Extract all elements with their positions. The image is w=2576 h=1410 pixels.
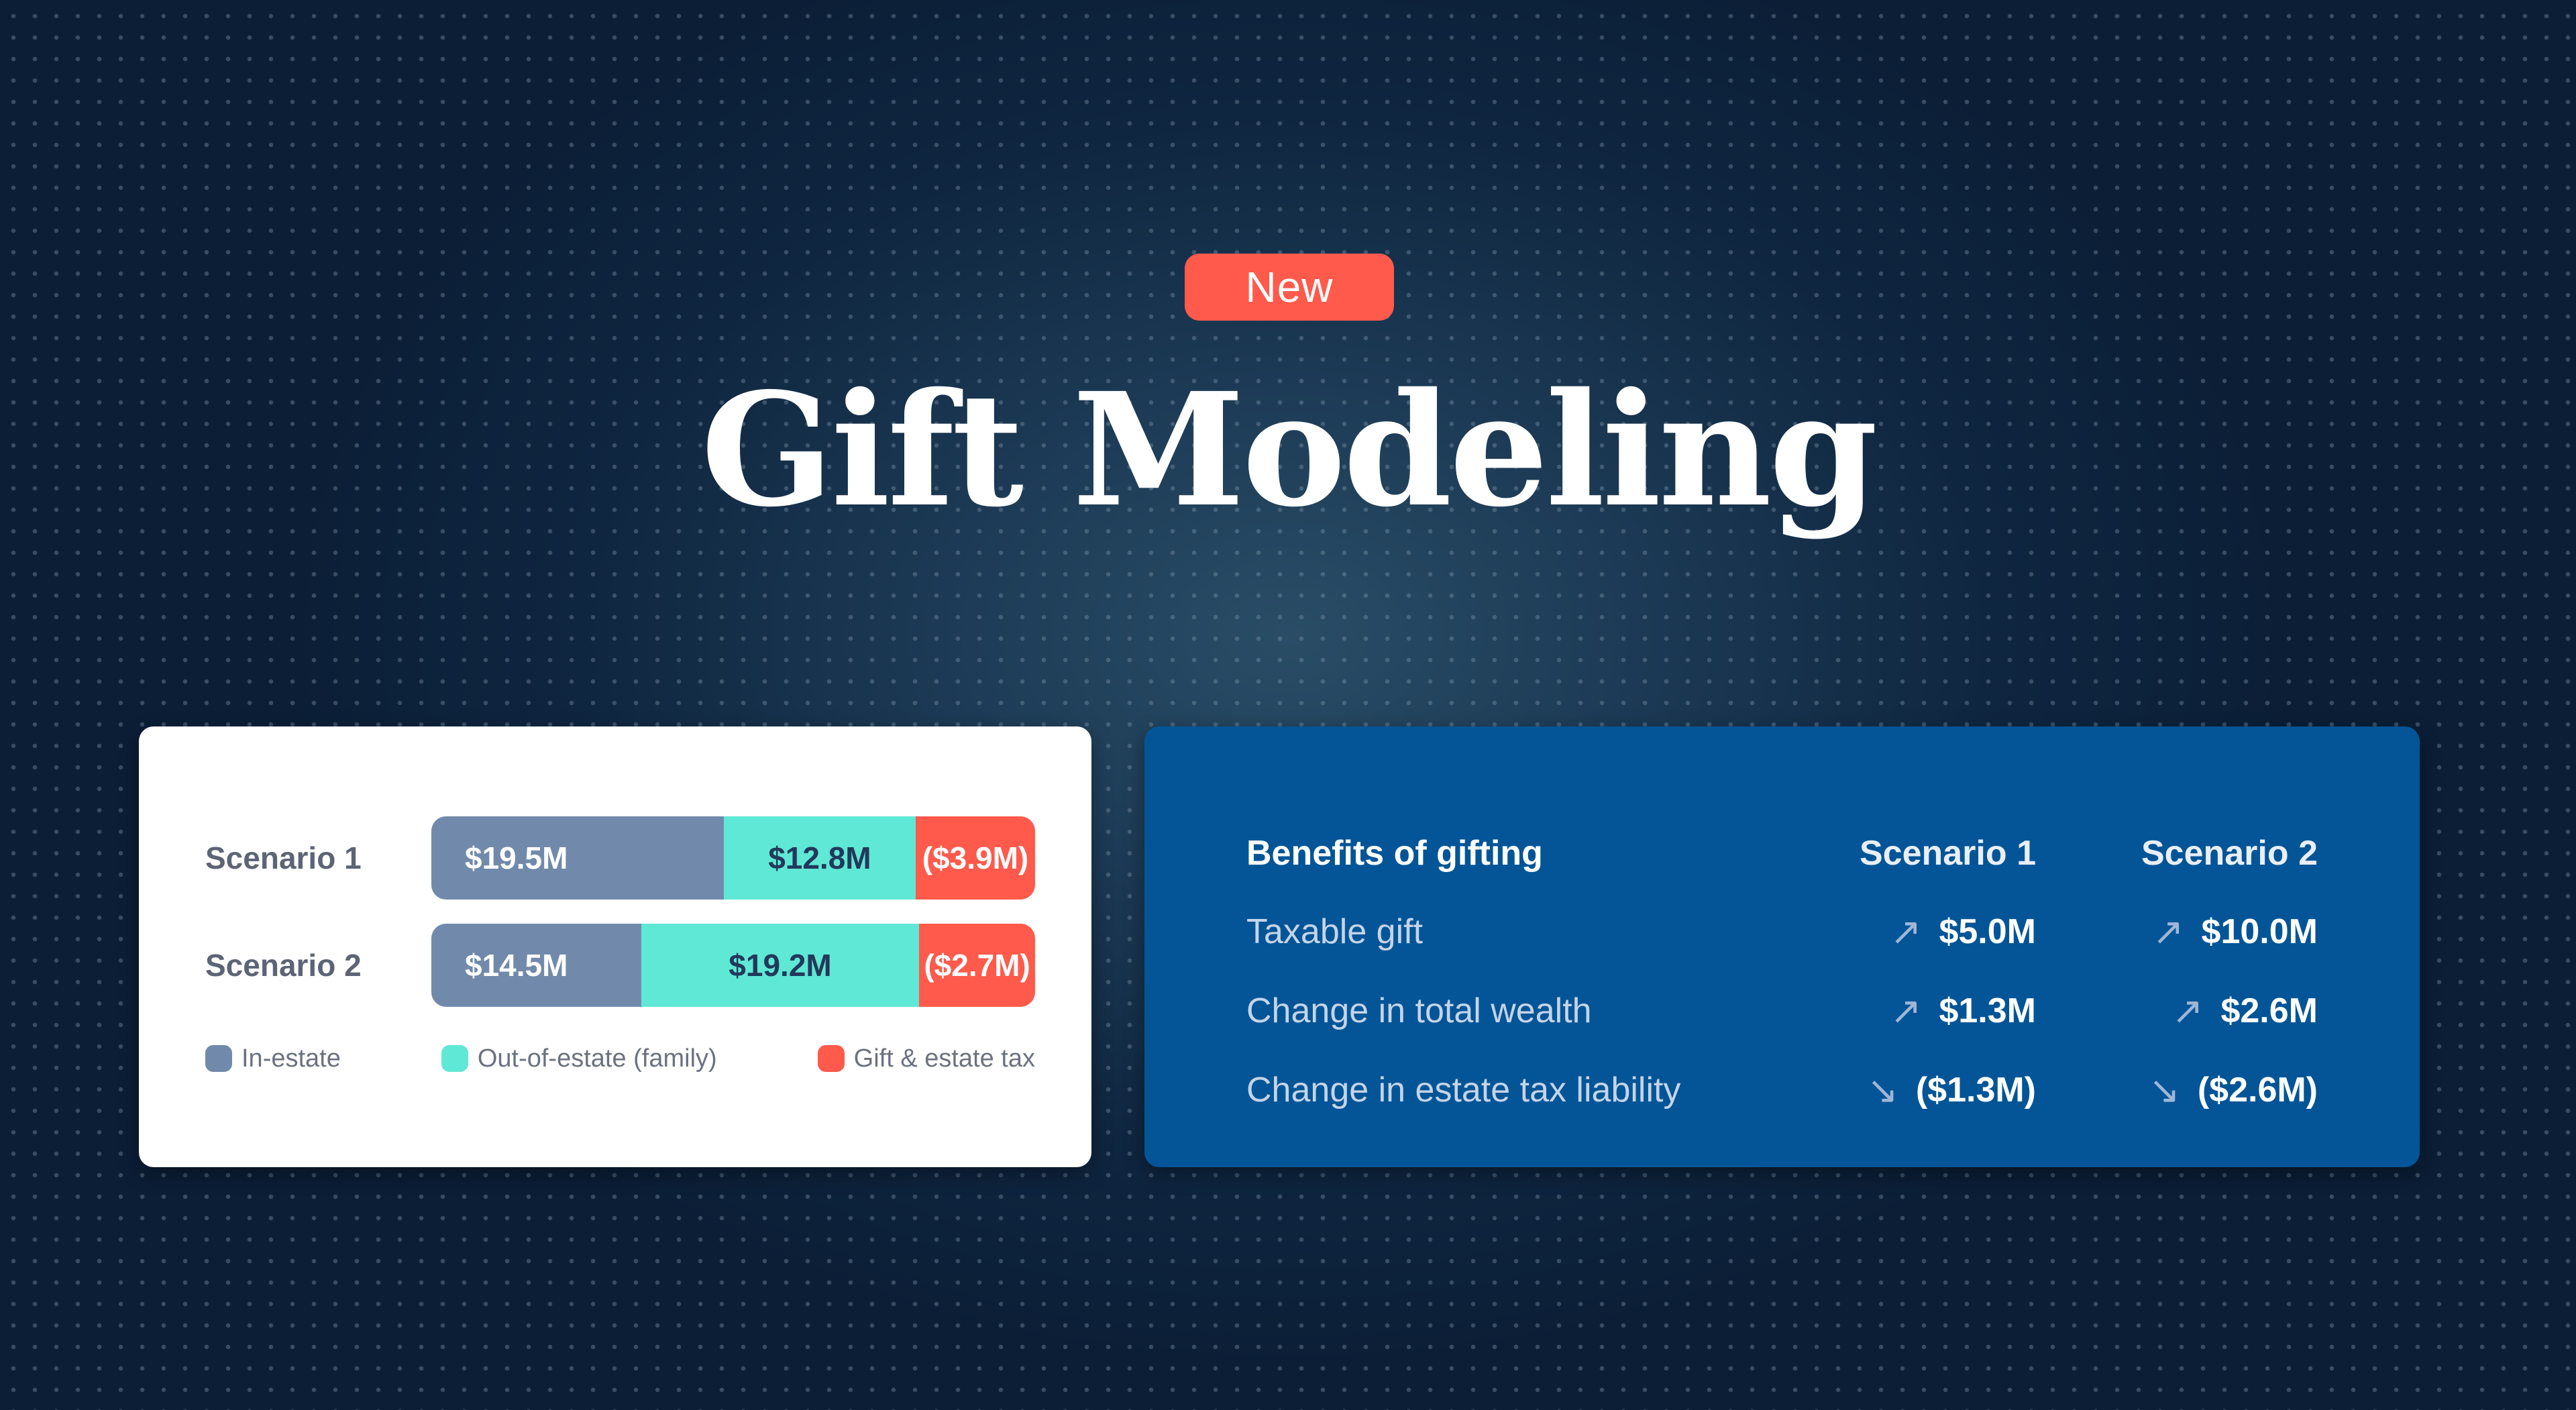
- segment-tax: ($3.9M): [915, 816, 1035, 900]
- chart-row-scenario-2: Scenario 2 $14.5M $19.2M ($2.7M): [139, 924, 1091, 1007]
- page-title: Gift Modeling: [700, 358, 1878, 541]
- arrow-up-right-icon: ↗: [2152, 910, 2184, 953]
- table-row: Change in estate tax liability ↘ ($1.3M) ↘ (…: [1246, 1063, 2318, 1117]
- data-label: ($2.7M): [924, 948, 1030, 983]
- legend-swatch: [205, 1045, 232, 1072]
- data-label: $19.2M: [729, 948, 832, 983]
- stacked-bar: $19.5M $12.8M ($3.9M): [431, 816, 1035, 900]
- scenario-1-value-cell: ↗ $1.3M: [1754, 989, 2036, 1033]
- legend-label: Gift & estate tax: [853, 1044, 1035, 1073]
- new-badge-label: New: [1245, 263, 1334, 311]
- row-label: Change in estate tax liability: [1246, 1071, 1681, 1109]
- table-row: Change in total wealth ↗ $1.3M ↗ $2.6M: [1246, 984, 2318, 1038]
- legend-swatch: [817, 1045, 845, 1072]
- data-label: $12.8M: [768, 840, 871, 875]
- header-label: Benefits of gifting: [1246, 834, 1543, 873]
- segment-out-of-estate: $12.8M: [723, 816, 916, 900]
- legend-swatch: [441, 1045, 468, 1072]
- arrow-up-right-icon: ↗: [1890, 989, 1922, 1032]
- scenario-2-value-cell: ↘ ($2.6M): [2036, 1068, 2318, 1112]
- legend-label: In-estate: [241, 1044, 341, 1073]
- scenario-2-value: $2.6M: [2220, 991, 2318, 1030]
- chart-row-scenario-1: Scenario 1 $19.5M $12.8M ($3.9M): [139, 816, 1091, 900]
- segment-out-of-estate: $19.2M: [641, 924, 920, 1007]
- legend-item-tax: Gift & estate tax: [817, 1044, 1035, 1073]
- benefits-table-card: Benefits of gifting Scenario 1 Scenario …: [1144, 726, 2420, 1167]
- header-scenario-1: Scenario 1: [1859, 834, 2036, 873]
- data-label: ($3.9M): [922, 840, 1029, 875]
- stacked-bar: $14.5M $19.2M ($2.7M): [431, 924, 1035, 1007]
- legend-item-in-estate: In-estate: [205, 1044, 341, 1073]
- scenario-1-value: $5.0M: [1939, 912, 2036, 951]
- category-label: Scenario 1: [205, 840, 362, 875]
- segment-in-estate: $14.5M: [431, 924, 641, 1007]
- scenario-1-value-cell: ↗ $5.0M: [1754, 910, 2036, 954]
- data-label: $19.5M: [465, 840, 568, 875]
- scenario-1-value: ($1.3M): [1915, 1071, 2036, 1109]
- arrow-up-right-icon: ↗: [2171, 989, 2204, 1032]
- legend-item-out-of-estate: Out-of-estate (family): [441, 1044, 717, 1073]
- header-scenario-2: Scenario 2: [2141, 834, 2318, 873]
- new-badge: New: [1185, 254, 1394, 321]
- scenario-2-value: ($2.6M): [2197, 1071, 2318, 1109]
- scenario-chart-card: Scenario 1 $19.5M $12.8M ($3.9M) Scenario …: [139, 726, 1091, 1167]
- category-label: Scenario 2: [205, 948, 362, 983]
- arrow-up-right-icon: ↗: [1890, 910, 1922, 953]
- legend-label: Out-of-estate (family): [477, 1044, 717, 1073]
- scenario-2-value: $10.0M: [2201, 912, 2318, 951]
- arrow-down-right-icon: ↘: [2148, 1069, 2180, 1111]
- segment-in-estate: $19.5M: [431, 816, 724, 900]
- scenario-1-value: $1.3M: [1939, 991, 2036, 1030]
- scenario-2-value-cell: ↗ $10.0M: [2036, 910, 2318, 954]
- arrow-down-right-icon: ↘: [1866, 1069, 1898, 1111]
- scenario-2-value-cell: ↗ $2.6M: [2036, 989, 2318, 1033]
- scenario-1-value-cell: ↘ ($1.3M): [1754, 1068, 2036, 1112]
- data-label: $14.5M: [465, 948, 568, 983]
- chart-legend: In-estate Out-of-estate (family) Gift & …: [205, 1042, 1035, 1075]
- row-label: Taxable gift: [1246, 912, 1424, 951]
- segment-tax: ($2.7M): [919, 924, 1035, 1007]
- dot-grid-background: [0, 0, 2576, 1410]
- table-header-row: Benefits of gifting Scenario 1 Scenario …: [1246, 826, 2318, 880]
- table-row: Taxable gift ↗ $5.0M ↗ $10.0M: [1246, 905, 2318, 959]
- row-label: Change in total wealth: [1246, 991, 1592, 1030]
